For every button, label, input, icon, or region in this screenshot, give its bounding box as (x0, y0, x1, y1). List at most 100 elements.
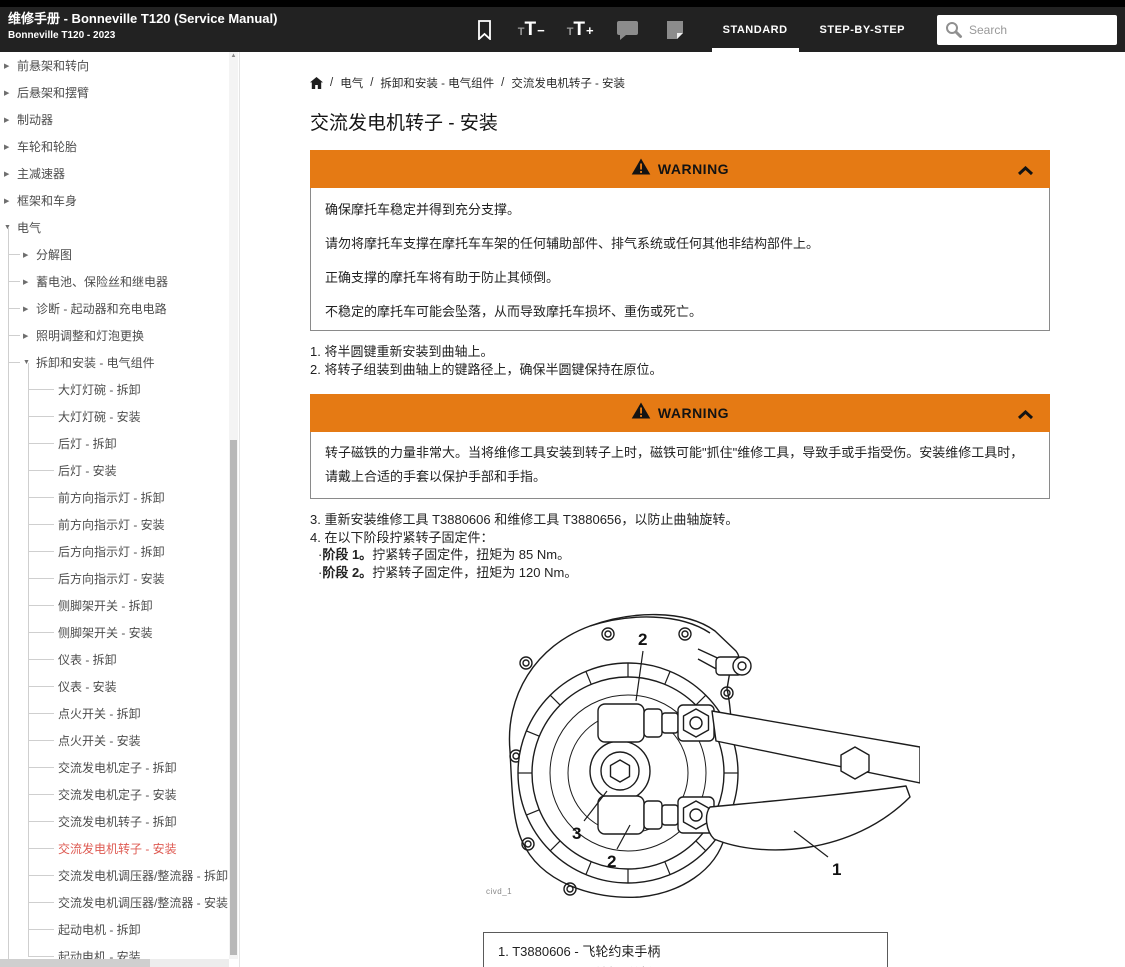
sidebar-item[interactable]: 仪表 - 安装 (0, 673, 229, 700)
breadcrumb-separator: / (330, 77, 333, 89)
collapse-chevron-icon[interactable] (1017, 407, 1034, 425)
warning-body: 确保摩托车稳定并得到充分支撑。请勿将摩托车支撑在摩托车车架的任何辅助部件、排气系… (310, 188, 1050, 331)
sidebar-item[interactable]: 后灯 - 安装 (0, 457, 229, 484)
sidebar-item[interactable]: 后方向指示灯 - 安装 (0, 565, 229, 592)
legend-item: 2. T3880656 - 滑轮扳手销组 (498, 963, 873, 967)
tab-step-by-step[interactable]: STEP-BY-STEP (804, 7, 921, 52)
font-decrease-big-t: T (524, 20, 536, 39)
sidebar-item[interactable]: 侧脚架开关 - 拆卸 (0, 592, 229, 619)
sidebar-item-label: 后悬架和摆臂 (17, 84, 89, 101)
figure-caption: civd_1 (486, 887, 512, 896)
sidebar-item[interactable]: ▶ 车轮和轮胎 (0, 133, 229, 160)
sidebar-item[interactable]: ▼ 拆卸和安装 - 电气组件 (0, 349, 229, 376)
sidebar-item[interactable]: 起动电机 - 拆卸 (0, 916, 229, 943)
procedure-step: 3. 重新安装维修工具 T3880606 和维修工具 T3880656，以防止曲… (310, 511, 1050, 529)
content-area: / 电气 / 拆卸和安装 - 电气组件 / 交流发电机转子 - 安装 交流发电机… (240, 52, 1125, 967)
sidebar-item[interactable]: ▶ 蓄电池、保险丝和继电器 (0, 268, 229, 295)
sidebar-item[interactable]: 交流发电机转子 - 安装 (0, 835, 229, 862)
sidebar-item[interactable]: ▶ 主减速器 (0, 160, 229, 187)
substep-stage-label: 阶段 1。 (322, 547, 372, 562)
font-decrease-sign: − (537, 23, 545, 38)
warning-header[interactable]: WARNING (310, 394, 1050, 432)
sidebar-item[interactable]: ▶ 后悬架和摆臂 (0, 79, 229, 106)
tree-arrow-icon[interactable]: ▶ (23, 278, 28, 286)
sidebar-item[interactable]: 交流发电机调压器/整流器 - 安装 (0, 889, 229, 916)
warning-header[interactable]: WARNING (310, 150, 1050, 188)
tree-arrow-icon[interactable]: ▶ (4, 116, 9, 124)
collapse-chevron-icon[interactable] (1017, 163, 1034, 181)
tree-arrow-icon[interactable]: ▶ (4, 143, 9, 151)
sidebar-item[interactable]: 交流发电机定子 - 拆卸 (0, 754, 229, 781)
search-box (937, 15, 1117, 45)
note-page-icon[interactable] (665, 20, 685, 40)
sidebar-vertical-scrollbar[interactable]: ▲ (229, 52, 238, 959)
breadcrumb-link[interactable]: 电气 (340, 75, 363, 91)
header-toolbar: TT− TT+ STANDARD STEP-BY-STEP (477, 0, 1125, 52)
tree-arrow-icon[interactable]: ▶ (4, 62, 9, 70)
sidebar-item[interactable]: ▶ 分解图 (0, 241, 229, 268)
sidebar-item[interactable]: 点火开关 - 拆卸 (0, 700, 229, 727)
comment-bubble-icon[interactable] (616, 20, 639, 40)
font-increase-button[interactable]: TT+ (567, 20, 594, 39)
font-decrease-button[interactable]: TT− (518, 20, 545, 39)
header-bar: 维修手册 - Bonneville T120 (Service Manual) … (0, 0, 1125, 52)
breadcrumb-link[interactable]: 拆卸和安装 - 电气组件 (380, 75, 494, 91)
sidebar-item[interactable]: ▶ 制动器 (0, 106, 229, 133)
home-icon[interactable] (310, 77, 323, 89)
sidebar-item[interactable]: 点火开关 - 安装 (0, 727, 229, 754)
manual-title: 维修手册 - Bonneville T120 (Service Manual) (8, 11, 277, 26)
manual-subtitle: Bonneville T120 - 2023 (8, 30, 277, 41)
horizontal-scroll-thumb[interactable] (0, 959, 150, 967)
sidebar-item[interactable]: 大灯灯碗 - 拆卸 (0, 376, 229, 403)
scroll-up-arrow-icon[interactable]: ▲ (229, 53, 238, 59)
warning-title: WARNING (658, 405, 729, 421)
warning-paragraph: 正确支撑的摩托车将有助于防止其倾倒。 (325, 259, 1035, 293)
sidebar-item[interactable]: ▶ 照明调整和灯泡更换 (0, 322, 229, 349)
sidebar-item-label: 交流发电机定子 - 拆卸 (58, 759, 177, 776)
figure-alternator-rotor: 2 3 2 1 civd_1 (480, 601, 920, 906)
sidebar-item-label: 大灯灯碗 - 安装 (58, 408, 141, 425)
bookmark-icon[interactable] (477, 20, 492, 40)
sidebar-item-label: 仪表 - 安装 (58, 678, 117, 695)
procedure-steps-3-4: 3. 重新安装维修工具 T3880606 和维修工具 T3880656，以防止曲… (310, 511, 1050, 581)
sidebar-item[interactable]: ▼ 电气 (0, 214, 229, 241)
sidebar-item-label: 点火开关 - 安装 (58, 732, 141, 749)
sidebar-item[interactable]: 交流发电机定子 - 安装 (0, 781, 229, 808)
font-increase-sign: + (586, 23, 594, 38)
breadcrumb-link[interactable]: 交流发电机转子 - 安装 (511, 75, 625, 91)
warning-paragraph: 不稳定的摩托车可能会坠落，从而导致摩托车损坏、重伤或死亡。 (325, 293, 1035, 327)
tree-arrow-icon[interactable]: ▶ (23, 251, 28, 259)
tree-arrow-icon[interactable]: ▶ (23, 305, 28, 313)
tree-arrow-icon[interactable]: ▼ (23, 359, 30, 366)
breadcrumb-separator: / (501, 77, 504, 89)
tab-standard[interactable]: STANDARD (707, 7, 804, 52)
tree-arrow-icon[interactable]: ▶ (23, 332, 28, 340)
sidebar-item[interactable]: ▶ 框架和车身 (0, 187, 229, 214)
sidebar-item[interactable]: 交流发电机调压器/整流器 - 拆卸 (0, 862, 229, 889)
vertical-scroll-thumb[interactable] (230, 440, 237, 955)
sidebar-item[interactable]: 交流发电机转子 - 拆卸 (0, 808, 229, 835)
sidebar-item[interactable]: 侧脚架开关 - 安装 (0, 619, 229, 646)
search-input[interactable] (937, 15, 1117, 45)
sidebar-item[interactable]: 后灯 - 拆卸 (0, 430, 229, 457)
sidebar-item[interactable]: 前方向指示灯 - 安装 (0, 511, 229, 538)
sidebar-item[interactable]: ▶ 诊断 - 起动器和充电电路 (0, 295, 229, 322)
sidebar-horizontal-scrollbar[interactable] (0, 959, 229, 967)
tree-arrow-icon[interactable]: ▶ (4, 197, 9, 205)
sidebar-item[interactable]: ▶ 前悬架和转向 (0, 52, 229, 79)
tree-arrow-icon[interactable]: ▼ (4, 224, 11, 231)
warning-title: WARNING (658, 161, 729, 177)
sidebar-item-label: 大灯灯碗 - 拆卸 (58, 381, 141, 398)
sidebar-item-label: 起动电机 - 拆卸 (58, 921, 141, 938)
tree-arrow-icon[interactable]: ▶ (4, 170, 9, 178)
tab-standard-label: STANDARD (723, 24, 788, 36)
callout-1: 1 (832, 860, 841, 879)
tree-arrow-icon[interactable]: ▶ (4, 89, 9, 97)
sidebar-item[interactable]: 大灯灯碗 - 安装 (0, 403, 229, 430)
tab-step-by-step-label: STEP-BY-STEP (820, 24, 905, 36)
sidebar-item[interactable]: 后方向指示灯 - 拆卸 (0, 538, 229, 565)
sidebar-item[interactable]: 仪表 - 拆卸 (0, 646, 229, 673)
sidebar-item-label: 后灯 - 拆卸 (58, 435, 117, 452)
sidebar-item[interactable]: 前方向指示灯 - 拆卸 (0, 484, 229, 511)
procedure-steps-1-2: 1. 将半圆键重新安装到曲轴上。2. 将转子组装到曲轴上的键路径上，确保半圆键保… (310, 343, 1050, 378)
